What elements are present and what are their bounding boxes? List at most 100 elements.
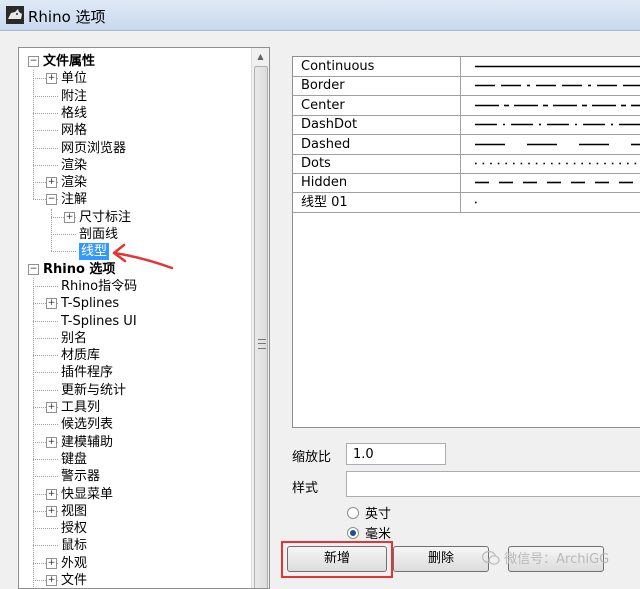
linetype-pattern-preview — [473, 96, 640, 115]
linetype-pattern-preview — [473, 115, 640, 134]
linetype-row[interactable]: 线型 01 — [293, 192, 640, 213]
tree-item[interactable]: 键盘 — [19, 451, 249, 468]
tree-item[interactable]: + 视图 — [19, 503, 249, 520]
tree-item[interactable]: + 建模辅助 — [19, 434, 249, 451]
linetype-row[interactable]: Dashed — [293, 134, 640, 155]
tree-connector — [33, 389, 58, 391]
tree-item[interactable]: + 尺寸标注 — [19, 209, 249, 226]
new-button-highlight — [281, 541, 393, 578]
tree-item-label: 键盘 — [61, 451, 88, 467]
delete-button[interactable]: 删除 — [393, 546, 489, 572]
tree-item[interactable]: 候选列表 — [19, 416, 249, 433]
scroll-up-arrow-icon[interactable]: ▲ — [252, 48, 269, 65]
tree-item[interactable]: + 文件 — [19, 572, 249, 588]
expand-icon[interactable]: + — [64, 211, 75, 223]
tree-item[interactable]: 格线 — [19, 105, 249, 122]
linetype-row[interactable]: Hidden — [293, 173, 640, 194]
tree-item[interactable]: + T-Splines — [19, 295, 249, 312]
tree-item-label: 尺寸标注 — [79, 209, 132, 225]
tree-item[interactable]: 附注 — [19, 88, 249, 105]
tree-item[interactable]: − 注解 — [19, 191, 249, 208]
expand-icon[interactable]: + — [46, 557, 57, 569]
collapse-icon[interactable]: − — [28, 56, 39, 67]
tree-item[interactable]: 网格 — [19, 122, 249, 139]
tree-item[interactable]: 插件程序 — [19, 364, 249, 381]
linetype-name: Continuous — [293, 57, 461, 76]
tree-item-label: 文件属性 — [43, 54, 96, 69]
expand-icon[interactable]: + — [46, 575, 57, 586]
linetype-name: Dashed — [293, 134, 461, 154]
scrollbar-thumb[interactable] — [254, 66, 268, 588]
expand-icon[interactable]: + — [46, 298, 57, 310]
tree-item-label: Rhino指令码 — [61, 278, 138, 294]
linetype-row[interactable]: Dots — [293, 154, 640, 174]
tree-item-label: 工具列 — [61, 400, 101, 415]
expand-icon[interactable]: + — [46, 402, 57, 413]
tree-item[interactable]: + 外观 — [19, 555, 249, 572]
tree-item[interactable]: 材质库 — [19, 347, 249, 364]
tree-item[interactable]: − 文件属性 — [19, 53, 249, 70]
collapse-icon[interactable]: − — [46, 194, 57, 206]
tree-item-label: T-Splines UI — [61, 313, 137, 329]
tree-connector — [33, 476, 58, 478]
linetype-row[interactable]: DashDot — [293, 115, 640, 136]
tree-item-label: 渲染 — [61, 175, 88, 191]
tree-item-label: 外观 — [61, 555, 88, 571]
tree-item-label: T-Splines — [61, 296, 120, 312]
linetype-name: Center — [293, 95, 461, 115]
linetype-row[interactable]: Center — [293, 95, 640, 116]
tree-item-label: 更新与统计 — [61, 382, 127, 398]
tree-item-label: 插件程序 — [61, 365, 114, 381]
linetype-table[interactable]: Continuous Border Center DashDot Dashed Dots H… — [292, 56, 640, 428]
tree-connector — [33, 277, 34, 588]
expand-icon[interactable]: + — [46, 436, 57, 448]
tree-connector — [51, 234, 76, 235]
rhino-app-icon — [6, 6, 24, 28]
tree-item[interactable]: 更新与统计 — [19, 382, 249, 399]
radio-inch[interactable] — [347, 507, 359, 519]
tree-connector — [33, 372, 58, 374]
tree-connector — [33, 355, 58, 357]
tree-item[interactable]: 网页浏览器 — [19, 140, 249, 157]
linetype-name: Dots — [293, 154, 461, 173]
scale-input[interactable] — [346, 443, 446, 465]
radio-millimeter[interactable] — [347, 527, 359, 539]
tree-scrollbar[interactable]: ▲ — [251, 48, 269, 588]
tree-connector — [33, 70, 34, 200]
linetype-pattern-preview — [473, 193, 640, 212]
tree-item[interactable]: 鼠标 — [19, 537, 249, 554]
tree-item[interactable]: 渲染 — [19, 157, 249, 174]
linetype-row[interactable]: Continuous — [293, 57, 640, 77]
window-title: Rhino 选项 — [28, 8, 106, 26]
scrollbar-grip-icon — [258, 339, 266, 349]
collapse-icon[interactable]: − — [28, 263, 39, 275]
tree-item-label: 网页浏览器 — [61, 140, 127, 156]
tree-connector — [33, 95, 58, 97]
wechat-icon — [481, 550, 500, 565]
tree-item-label: 格线 — [61, 105, 88, 121]
tree-item[interactable]: 授权 — [19, 520, 249, 537]
tree-item[interactable]: + 快显菜单 — [19, 486, 249, 503]
tree-item[interactable]: + 单位 — [19, 70, 249, 87]
expand-icon[interactable]: + — [46, 505, 57, 517]
tree-item[interactable]: + 工具列 — [19, 399, 249, 416]
tree-item-label: 网格 — [61, 123, 88, 139]
options-tree: − 文件属性 + 单位 附注 格线 网格 网页浏览器 渲染 + 渲染 − 注解 + 尺寸标注 剖面线 线型 − Rh… — [19, 48, 249, 588]
expand-icon[interactable]: + — [46, 177, 57, 189]
title-bar: Rhino 选项 — [0, 0, 640, 31]
expand-icon[interactable]: + — [46, 488, 57, 500]
linetype-row[interactable]: Border — [293, 76, 640, 97]
tree-connector — [33, 285, 58, 287]
linetype-name: 线型 01 — [293, 192, 461, 212]
tree-item[interactable]: T-Splines UI — [19, 313, 249, 330]
expand-icon[interactable]: + — [46, 73, 57, 85]
pattern-input[interactable] — [346, 471, 640, 497]
tree-item[interactable]: 别名 — [19, 330, 249, 347]
tree-item[interactable]: Rhino指令码 — [19, 278, 249, 295]
scale-label: 缩放比 — [292, 450, 332, 465]
linetype-pattern-preview — [473, 57, 640, 76]
linetype-pattern-preview — [473, 173, 640, 192]
tree-connector — [33, 337, 58, 339]
tree-item[interactable]: 警示器 — [19, 468, 249, 485]
tree-item[interactable]: + 渲染 — [19, 174, 249, 191]
